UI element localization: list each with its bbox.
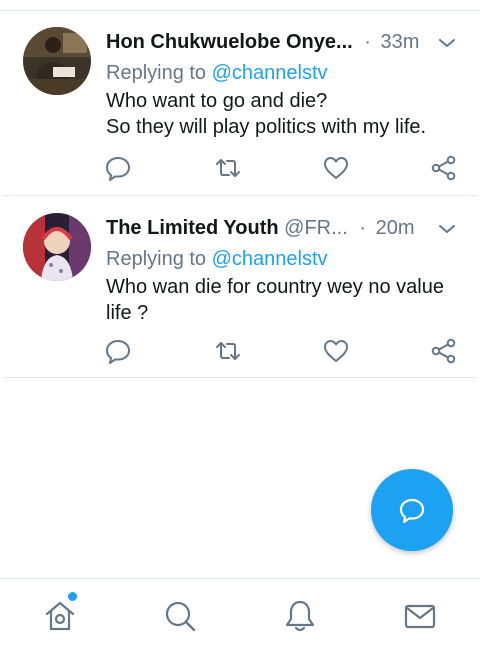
- tweet-header: Hon Chukwuelobe Onye... · 33m: [106, 29, 460, 55]
- chevron-down-icon[interactable]: [436, 33, 458, 51]
- replying-to: Replying to @channelstv: [106, 60, 328, 86]
- timestamp: 20m: [375, 217, 415, 239]
- tweet-text: Who wan die for country wey no value lif…: [106, 274, 466, 326]
- bell-icon[interactable]: [282, 598, 318, 634]
- author-name[interactable]: Hon Chukwuelobe Onye...: [106, 31, 353, 53]
- author-name[interactable]: The Limited Youth: [106, 217, 279, 239]
- tweet-actions: [0, 337, 480, 365]
- tweet-header: The Limited Youth @FR... · 20m: [106, 215, 460, 241]
- replying-to: Replying to @channelstv: [106, 246, 328, 272]
- like-icon[interactable]: [322, 337, 350, 365]
- separator-dot: ·: [364, 31, 371, 53]
- divider: [4, 195, 476, 196]
- compose-reply-button[interactable]: [371, 469, 453, 551]
- tweet-text-line: So they will play politics with my life.: [106, 116, 427, 138]
- tweet-actions: [0, 154, 480, 182]
- retweet-icon[interactable]: [214, 154, 242, 182]
- share-icon[interactable]: [430, 154, 458, 182]
- tweet-text: Who want to go and die? So they will pla…: [106, 88, 466, 140]
- notification-dot: [68, 592, 77, 601]
- reply-icon[interactable]: [104, 337, 132, 365]
- timeline-screen: Hon Chukwuelobe Onye... · 33m Replying t…: [0, 0, 480, 652]
- share-icon[interactable]: [430, 337, 458, 365]
- compose-reply-icon: [399, 498, 425, 524]
- mention-link[interactable]: @channelstv: [212, 62, 328, 84]
- mention-link[interactable]: @channelstv: [212, 248, 328, 270]
- replying-prefix: Replying to: [106, 62, 207, 84]
- author-handle[interactable]: @FR...: [284, 217, 348, 239]
- tweet-text-line: Who want to go and die?: [106, 90, 328, 112]
- avatar[interactable]: [23, 27, 91, 95]
- tweet-text-line: Who wan die for country wey no value lif…: [106, 276, 444, 324]
- separator-dot: ·: [359, 217, 367, 239]
- bottom-navigation: [0, 578, 480, 652]
- divider: [4, 377, 476, 378]
- home-icon[interactable]: [42, 598, 78, 634]
- retweet-icon[interactable]: [214, 337, 242, 365]
- chevron-down-icon[interactable]: [436, 219, 458, 237]
- search-icon[interactable]: [162, 598, 198, 634]
- reply-icon[interactable]: [104, 154, 132, 182]
- tweet[interactable]: The Limited Youth @FR... · 20m Replying …: [0, 197, 480, 378]
- tweet[interactable]: Hon Chukwuelobe Onye... · 33m Replying t…: [0, 11, 480, 196]
- mail-icon[interactable]: [402, 598, 438, 634]
- replying-prefix: Replying to: [106, 248, 207, 270]
- avatar[interactable]: [23, 213, 91, 281]
- timestamp: 33m: [380, 31, 420, 53]
- like-icon[interactable]: [322, 154, 350, 182]
